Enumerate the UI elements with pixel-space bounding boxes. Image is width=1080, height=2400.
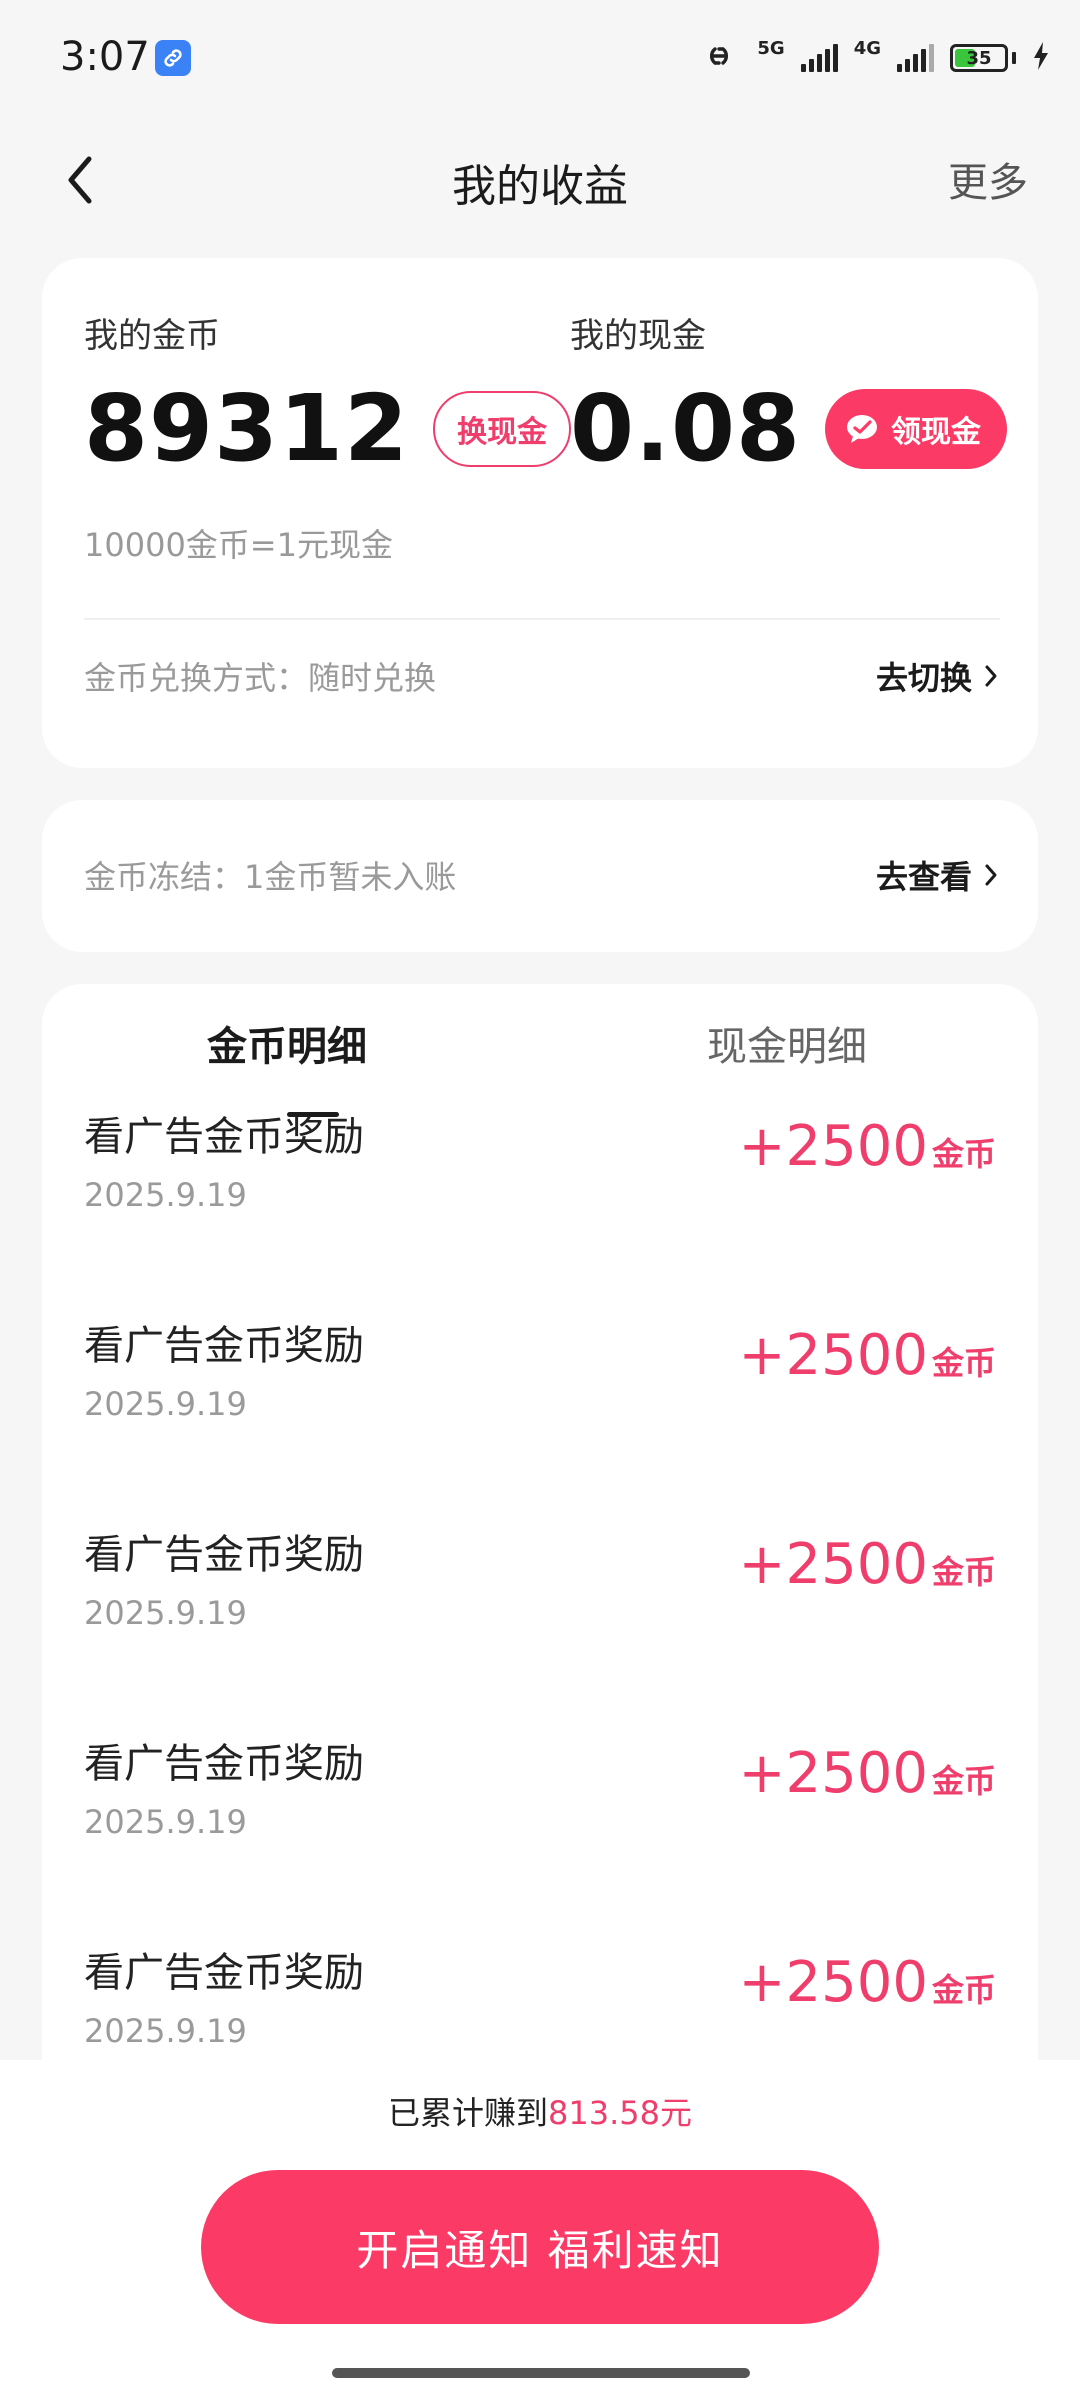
record-title: 看广告金币奖励 xyxy=(84,1741,364,1787)
record-amount: +2500 金币 xyxy=(739,1741,996,1806)
exchange-method-row: 金币兑换方式：随时兑换 去切换 xyxy=(84,653,998,699)
record-date: 2025.9.19 xyxy=(84,2012,247,2050)
list-item: 看广告金币奖励 2025.9.19 +2500 金币 xyxy=(42,1313,1038,1522)
status-icons: 5G 4G 35 xyxy=(697,36,1050,80)
claim-cash-button[interactable]: 领现金 xyxy=(825,389,1007,469)
record-amount-unit: 金币 xyxy=(931,1344,996,1382)
record-date: 2025.9.19 xyxy=(84,1176,247,1214)
list-item: 看广告金币奖励 2025.9.19 +2500 金币 xyxy=(42,1731,1038,1940)
divider xyxy=(84,618,1000,620)
record-date: 2025.9.19 xyxy=(84,1594,247,1632)
exchange-method-text: 金币兑换方式：随时兑换 xyxy=(84,659,437,697)
link-app-icon xyxy=(155,40,191,76)
record-amount-unit: 金币 xyxy=(931,1553,996,1591)
view-label: 去查看 xyxy=(875,858,972,896)
record-amount: +2500 金币 xyxy=(739,1114,996,1179)
balance-card: 我的金币 89312 换现金 我的现金 0.08 领现金 10000金币=1元现… xyxy=(42,258,1038,768)
record-amount-value: +2500 xyxy=(738,1323,928,1388)
record-amount: +2500 金币 xyxy=(739,1323,996,1388)
enable-notification-button[interactable]: 开启通知 福利速知 xyxy=(201,2170,879,2324)
record-amount-unit: 金币 xyxy=(931,1135,996,1173)
battery-icon: 35 xyxy=(950,44,1008,72)
earned-prefix: 已累计赚到 xyxy=(388,2094,549,2132)
cash-label: 我的现金 xyxy=(570,316,706,356)
coins-value: 89312 xyxy=(84,375,410,482)
record-amount-value: +2500 xyxy=(738,1114,928,1179)
network-label-5g: 5G xyxy=(757,37,785,59)
more-button[interactable]: 更多 xyxy=(948,150,1028,208)
cash-value: 0.08 xyxy=(570,375,801,482)
chevron-right-icon xyxy=(985,665,997,687)
view-button[interactable]: 去查看 xyxy=(876,852,998,898)
hotspot-icon xyxy=(697,41,741,75)
status-time: 3:07 xyxy=(60,34,150,80)
list-item: 看广告金币奖励 2025.9.19 +2500 金币 xyxy=(42,1104,1038,1313)
record-amount-unit: 金币 xyxy=(931,1762,996,1800)
record-title: 看广告金币奖励 xyxy=(84,1323,364,1369)
switch-label: 去切换 xyxy=(875,659,972,697)
earned-amount: 813.58元 xyxy=(548,2094,692,2132)
records-list: 看广告金币奖励 2025.9.19 +2500 金币 看广告金币奖励 2025.… xyxy=(42,1104,1038,2084)
coins-section: 我的金币 89312 换现金 xyxy=(84,308,572,482)
frozen-coins-card: 金币冻结：1金币暂未入账 去查看 xyxy=(42,800,1038,952)
frozen-text: 金币冻结：1金币暂未入账 xyxy=(84,858,457,896)
earned-total: 已累计赚到813.58元 xyxy=(0,2088,1080,2134)
record-amount-value: +2500 xyxy=(738,1532,928,1597)
record-date: 2025.9.19 xyxy=(84,1803,247,1841)
record-amount: +2500 金币 xyxy=(739,1532,996,1597)
nav-bar: 我的收益 更多 xyxy=(0,110,1080,250)
status-bar: 3:07 5G 4G 35 xyxy=(0,0,1080,110)
cash-section: 我的现金 0.08 领现金 xyxy=(570,308,1007,479)
bottom-bar: 已累计赚到813.58元 开启通知 福利速知 xyxy=(0,2060,1080,2400)
detail-card: 金币明细 现金明细 看广告金币奖励 2025.9.19 +2500 金币 看广告… xyxy=(42,984,1038,2084)
record-title: 看广告金币奖励 xyxy=(84,1950,364,1996)
record-amount-value: +2500 xyxy=(738,1950,928,2015)
tab-coin-detail[interactable]: 金币明细 xyxy=(207,1014,367,1072)
frozen-row: 金币冻结：1金币暂未入账 去查看 xyxy=(84,852,998,898)
battery-tip xyxy=(1012,52,1016,64)
record-amount-value: +2500 xyxy=(738,1741,928,1806)
record-amount-unit: 金币 xyxy=(931,1971,996,2009)
coins-label: 我的金币 xyxy=(84,316,220,356)
record-date: 2025.9.19 xyxy=(84,1385,247,1423)
wechat-icon xyxy=(847,415,877,443)
detail-tabs: 金币明细 现金明细 xyxy=(42,1014,1038,1117)
charging-icon xyxy=(1032,41,1050,75)
record-title: 看广告金币奖励 xyxy=(84,1532,364,1578)
exchange-rate-text: 10000金币=1元现金 xyxy=(84,526,393,564)
network-label-4g: 4G xyxy=(853,37,881,59)
claim-cash-label: 领现金 xyxy=(891,415,981,450)
chevron-right-icon xyxy=(985,864,997,886)
battery-level: 35 xyxy=(966,47,992,69)
page-title: 我的收益 xyxy=(452,161,628,212)
record-amount: +2500 金币 xyxy=(739,1950,996,2015)
home-indicator[interactable] xyxy=(332,2368,750,2378)
signal-icon-2 xyxy=(897,44,934,72)
tab-cash-detail[interactable]: 现金明细 xyxy=(707,1014,867,1072)
record-title: 看广告金币奖励 xyxy=(84,1114,364,1160)
switch-button[interactable]: 去切换 xyxy=(876,653,998,699)
signal-icon xyxy=(800,44,838,72)
list-item: 看广告金币奖励 2025.9.19 +2500 金币 xyxy=(42,1522,1038,1731)
exchange-cash-button[interactable]: 换现金 xyxy=(433,391,572,467)
